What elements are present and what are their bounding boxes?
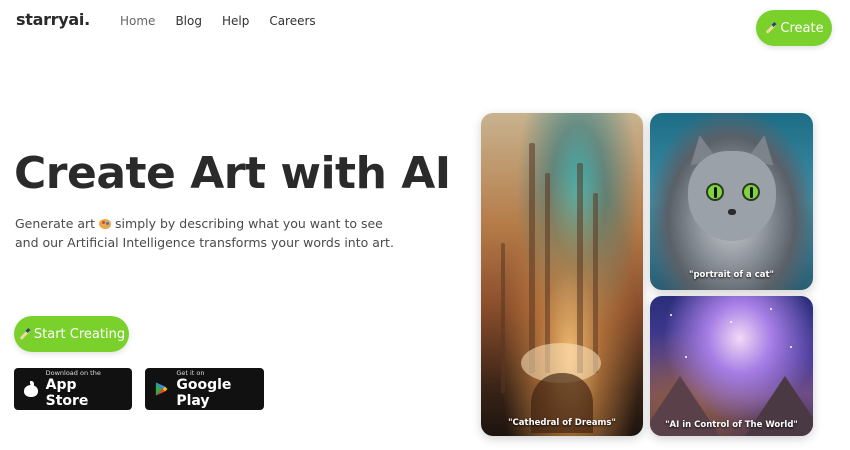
top-nav: Home Blog Help Careers xyxy=(120,14,316,28)
gallery-card-space[interactable]: "AI in Control of The World" xyxy=(650,296,813,436)
brand-dot: . xyxy=(84,10,90,29)
google-play-text: Get it on Google Play xyxy=(176,369,254,409)
cathedral-spire xyxy=(529,143,535,373)
brand-logo[interactable]: starryai. xyxy=(16,10,90,29)
app-store-button[interactable]: Download on the App Store xyxy=(14,368,132,410)
app-store-big-label: App Store xyxy=(45,377,89,409)
start-creating-button[interactable]: Start Creating xyxy=(14,316,129,352)
hero-subtitle: Generate art simply by describing what y… xyxy=(15,214,395,252)
star xyxy=(770,308,772,310)
cathedral-spire xyxy=(593,193,598,373)
star xyxy=(685,356,687,358)
hero-title: Create Art with AI xyxy=(14,148,451,199)
google-play-button[interactable]: Get it on Google Play xyxy=(145,368,264,410)
cat-nose xyxy=(728,209,736,215)
cathedral-spire xyxy=(577,163,583,373)
create-button[interactable]: Create xyxy=(756,10,832,46)
star xyxy=(730,321,732,323)
nav-home[interactable]: Home xyxy=(120,14,155,28)
star xyxy=(790,346,792,348)
nav-help[interactable]: Help xyxy=(222,14,249,28)
pencil-icon xyxy=(764,22,776,34)
cathedral-spire xyxy=(501,243,505,393)
palette-icon xyxy=(99,219,112,229)
google-play-small-label: Get it on xyxy=(176,369,205,377)
cat-eye xyxy=(742,183,760,201)
gallery-caption: "AI in Control of The World" xyxy=(665,420,798,430)
brand-name: starryai xyxy=(16,10,85,29)
google-play-icon xyxy=(155,382,168,396)
start-creating-label: Start Creating xyxy=(33,326,126,342)
star xyxy=(670,314,672,316)
app-store-text: Download on the App Store xyxy=(46,369,122,409)
gallery-card-cathedral[interactable]: "Cathedral of Dreams" xyxy=(481,113,643,436)
apple-icon xyxy=(24,381,38,397)
google-play-big-label: Google Play xyxy=(176,377,232,409)
cat-head xyxy=(688,151,776,241)
cat-eye xyxy=(706,183,724,201)
pencil-icon xyxy=(18,328,30,340)
nav-blog[interactable]: Blog xyxy=(175,14,202,28)
gallery-card-cat[interactable]: "portrait of a cat" xyxy=(650,113,813,290)
gallery-caption: "Cathedral of Dreams" xyxy=(508,418,616,428)
create-label: Create xyxy=(780,20,824,36)
nav-careers[interactable]: Careers xyxy=(269,14,315,28)
app-store-small-label: Download on the xyxy=(45,369,101,377)
hero-subtitle-part1: Generate art xyxy=(15,216,96,231)
gallery-caption: "portrait of a cat" xyxy=(689,270,774,280)
